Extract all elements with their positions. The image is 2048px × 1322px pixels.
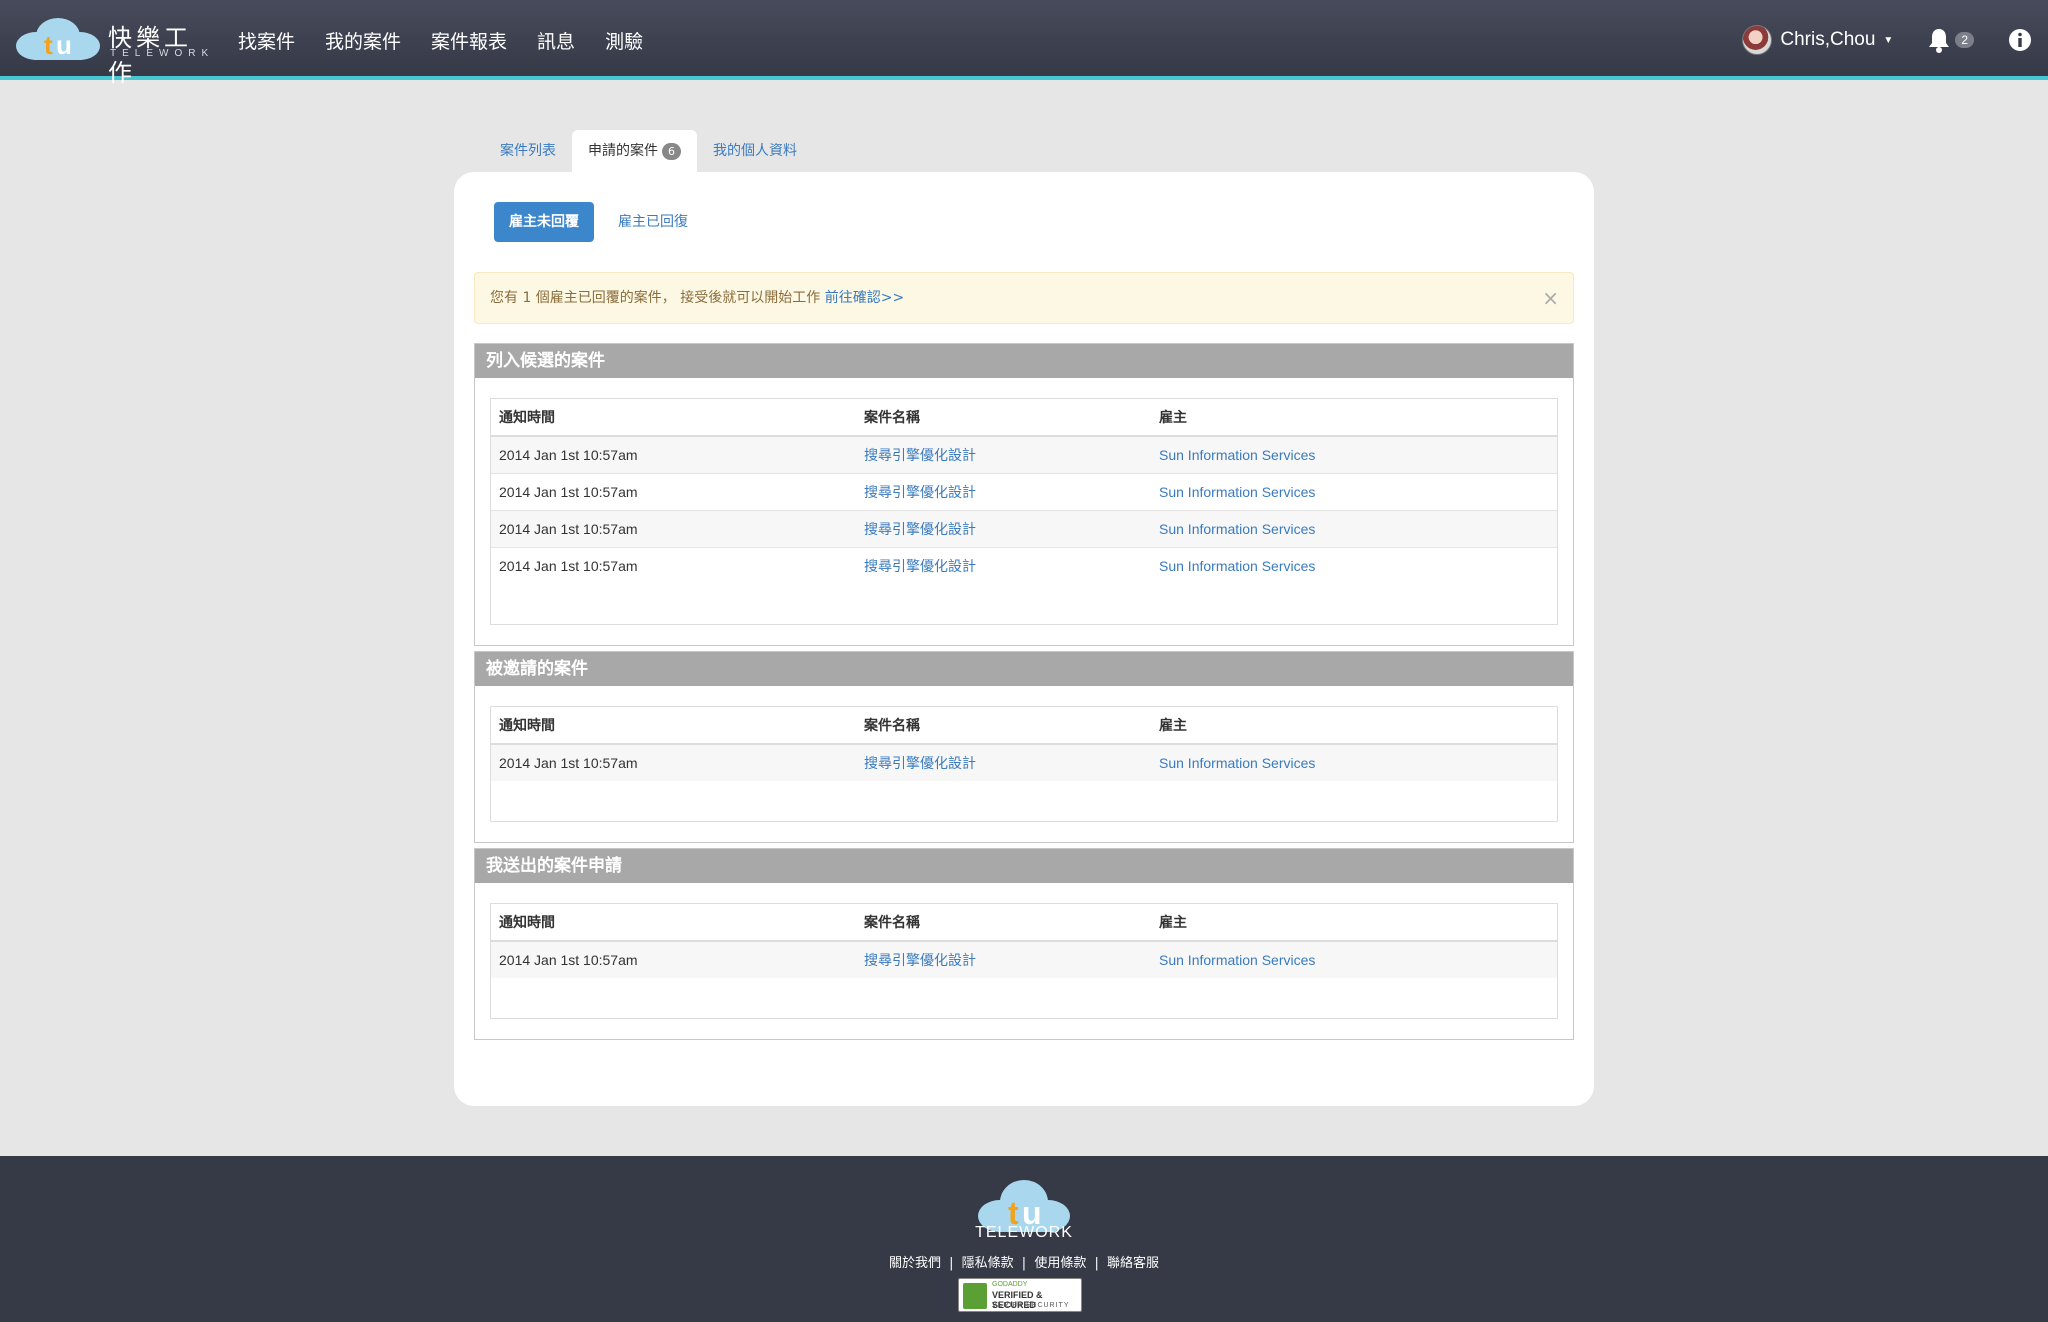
- column-header-time: 通知時間: [491, 707, 856, 745]
- table-row: 2014 Jan 1st 10:57am 搜尋引擎優化設計 Sun Inform…: [491, 435, 1557, 473]
- user-area: Chris,Chou ▼ 2: [1742, 0, 2048, 80]
- table-row: 2014 Jan 1st 10:57am 搜尋引擎優化設計 Sun Inform…: [491, 546, 1557, 584]
- notice-alert: 您有 1 個雇主已回覆的案件， 接受後就可以開始工作 前往確認>> ×: [474, 272, 1574, 324]
- tab-my-profile[interactable]: 我的個人資料: [697, 130, 813, 172]
- subtab-no-reply[interactable]: 雇主未回覆: [494, 202, 594, 242]
- alert-confirm-link[interactable]: 前往確認>>: [825, 290, 904, 306]
- column-header-name: 案件名稱: [856, 707, 1151, 745]
- footer-separator: |: [1021, 1256, 1027, 1271]
- section-title: 被邀請的案件: [475, 652, 1573, 686]
- nav-case-reports[interactable]: 案件報表: [431, 27, 507, 54]
- main-panel: 雇主未回覆 雇主已回復 您有 1 個雇主已回覆的案件， 接受後就可以開始工作 前…: [454, 172, 1594, 1106]
- table-row: 2014 Jan 1st 10:57am 搜尋引擎優化設計 Sun Inform…: [491, 509, 1557, 547]
- cases-table: 通知時間 案件名稱 雇主 2014 Jan 1st 10:57am 搜尋引擎優化…: [491, 904, 1557, 1018]
- main-nav: 找案件 我的案件 案件報表 訊息 測驗: [238, 0, 673, 80]
- section-shortlisted: 列入候選的案件 通知時間 案件名稱 雇主 2014 Jan 1st 10:57a…: [474, 343, 1574, 646]
- footer-brand-text: TELEWORK: [975, 1224, 1073, 1241]
- user-name[interactable]: Chris,Chou: [1780, 29, 1875, 51]
- svg-text:t: t: [44, 30, 53, 60]
- table-row: 2014 Jan 1st 10:57am 搜尋引擎優化設計 Sun Inform…: [491, 940, 1557, 978]
- footer-separator: |: [949, 1256, 954, 1271]
- top-navbar: t u 快樂工作 TELEWORK 找案件 我的案件 案件報表 訊息 測驗 Ch…: [0, 0, 2048, 87]
- table-container: 通知時間 案件名稱 雇主 2014 Jan 1st 10:57am 搜尋引擎優化…: [490, 903, 1558, 1019]
- section-title: 我送出的案件申請: [475, 849, 1573, 883]
- page-footer: t u TELEWORK 關於我們 | 隱私條款 | 使用條款 | 聯絡客服 G…: [0, 1156, 2048, 1322]
- cell-time: 2014 Jan 1st 10:57am: [491, 940, 856, 978]
- case-name-link[interactable]: 搜尋引擎優化設計: [864, 755, 976, 771]
- alert-text: 您有 1 個雇主已回覆的案件， 接受後就可以開始工作: [490, 290, 821, 306]
- tab-case-list[interactable]: 案件列表: [484, 130, 572, 172]
- column-header-name: 案件名稱: [856, 399, 1151, 437]
- table-row: 2014 Jan 1st 10:57am 搜尋引擎優化設計 Sun Inform…: [491, 472, 1557, 510]
- column-header-employer: 雇主: [1151, 399, 1557, 437]
- employer-link[interactable]: Sun Information Services: [1159, 484, 1315, 500]
- info-icon[interactable]: [2008, 28, 2032, 52]
- applied-count-badge: 6: [662, 142, 681, 160]
- nav-find-cases[interactable]: 找案件: [238, 27, 295, 54]
- section-invited: 被邀請的案件 通知時間 案件名稱 雇主 2014 Jan 1st 10:57am…: [474, 651, 1574, 843]
- nav-messages[interactable]: 訊息: [537, 27, 575, 54]
- footer-links: 關於我們 | 隱私條款 | 使用條款 | 聯絡客服: [0, 1252, 2048, 1271]
- employer-link[interactable]: Sun Information Services: [1159, 952, 1315, 968]
- svg-text:u: u: [56, 30, 72, 60]
- case-name-link[interactable]: 搜尋引擎優化設計: [864, 952, 976, 968]
- main-tabs: 案件列表 申請的案件 6 我的個人資料: [484, 130, 813, 172]
- case-name-link[interactable]: 搜尋引擎優化設計: [864, 447, 976, 463]
- security-seal[interactable]: GODADDY VERIFIED & SECURED VERIFY SECURI…: [958, 1278, 1082, 1312]
- column-header-employer: 雇主: [1151, 707, 1557, 745]
- lock-icon: [963, 1283, 987, 1309]
- footer-link-contact[interactable]: 聯絡客服: [1107, 1256, 1159, 1271]
- table-row: 2014 Jan 1st 10:57am 搜尋引擎優化設計 Sun Inform…: [491, 743, 1557, 781]
- employer-link[interactable]: Sun Information Services: [1159, 558, 1315, 574]
- employer-link[interactable]: Sun Information Services: [1159, 521, 1315, 537]
- cell-time: 2014 Jan 1st 10:57am: [491, 472, 856, 510]
- chevron-down-icon[interactable]: ▼: [1883, 35, 1893, 46]
- case-name-link[interactable]: 搜尋引擎優化設計: [864, 484, 976, 500]
- avatar[interactable]: [1742, 25, 1773, 55]
- column-header-time: 通知時間: [491, 904, 856, 942]
- bell-icon[interactable]: [1927, 27, 1951, 53]
- brand-name-en: TELEWORK: [110, 48, 215, 59]
- table-container: 通知時間 案件名稱 雇主 2014 Jan 1st 10:57am 搜尋引擎優化…: [490, 706, 1558, 822]
- tab-applied-cases[interactable]: 申請的案件 6: [572, 130, 697, 172]
- footer-link-about[interactable]: 關於我們: [889, 1256, 941, 1271]
- column-header-time: 通知時間: [491, 399, 856, 437]
- notification-count-badge: 2: [1955, 32, 1974, 48]
- employer-link[interactable]: Sun Information Services: [1159, 755, 1315, 771]
- column-header-employer: 雇主: [1151, 904, 1557, 942]
- brand-logo[interactable]: t u 快樂工作 TELEWORK: [14, 16, 215, 87]
- section-title: 列入候選的案件: [475, 344, 1573, 378]
- section-sent-applications: 我送出的案件申請 通知時間 案件名稱 雇主 2014 Jan 1st 10:57…: [474, 848, 1574, 1040]
- footer-link-privacy[interactable]: 隱私條款: [962, 1256, 1014, 1271]
- column-header-name: 案件名稱: [856, 904, 1151, 942]
- case-name-link[interactable]: 搜尋引擎優化設計: [864, 521, 976, 537]
- close-icon[interactable]: ×: [1542, 273, 1559, 323]
- footer-link-terms[interactable]: 使用條款: [1034, 1256, 1086, 1271]
- cell-time: 2014 Jan 1st 10:57am: [491, 435, 856, 473]
- nav-my-cases[interactable]: 我的案件: [325, 27, 401, 54]
- employer-link[interactable]: Sun Information Services: [1159, 447, 1315, 463]
- table-container: 通知時間 案件名稱 雇主 2014 Jan 1st 10:57am 搜尋引擎優化…: [490, 398, 1558, 625]
- cell-time: 2014 Jan 1st 10:57am: [491, 546, 856, 584]
- cell-time: 2014 Jan 1st 10:57am: [491, 509, 856, 547]
- cloud-logo-icon: t u: [16, 18, 100, 60]
- nav-tests[interactable]: 測驗: [605, 27, 643, 54]
- cell-time: 2014 Jan 1st 10:57am: [491, 743, 856, 781]
- subtab-replied[interactable]: 雇主已回復: [603, 202, 703, 242]
- cases-table: 通知時間 案件名稱 雇主 2014 Jan 1st 10:57am 搜尋引擎優化…: [491, 399, 1557, 624]
- case-name-link[interactable]: 搜尋引擎優化設計: [864, 558, 976, 574]
- cases-table: 通知時間 案件名稱 雇主 2014 Jan 1st 10:57am 搜尋引擎優化…: [491, 707, 1557, 821]
- footer-separator: |: [1094, 1256, 1099, 1271]
